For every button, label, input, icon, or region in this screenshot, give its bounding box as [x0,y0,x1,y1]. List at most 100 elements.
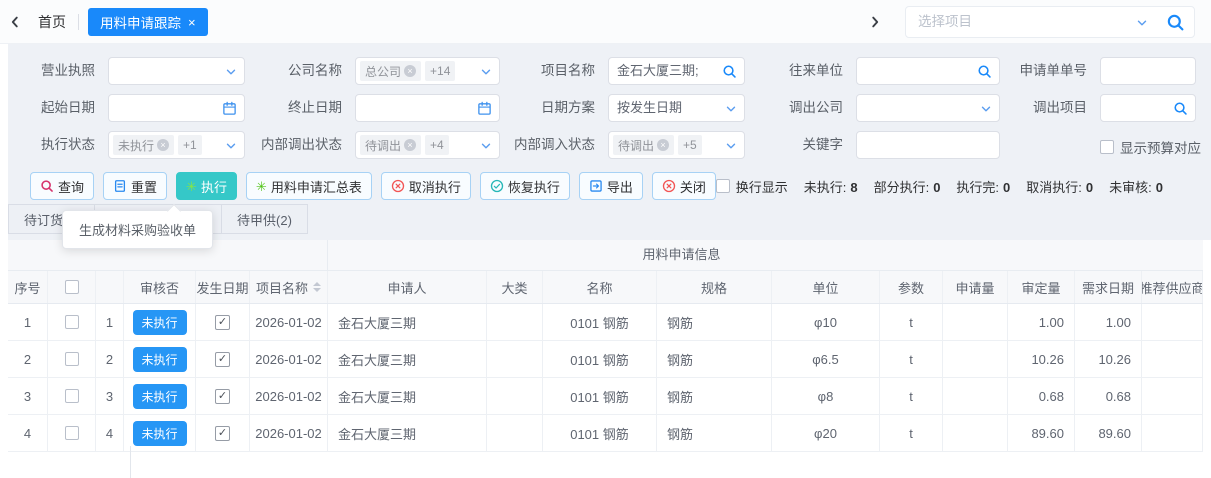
date-scheme-value: 按发生日期 [617,95,682,121]
calendar-icon[interactable] [222,101,237,116]
col-select-all [48,271,96,303]
col-category: 大类 [487,271,543,303]
cell-need-date: 89.60 [1075,415,1142,451]
cell-supplier [1142,304,1203,340]
cell-flag: ✓ [196,304,250,340]
export-button[interactable]: 导出 [579,172,643,200]
cell-seq: 1 [8,304,48,340]
row-checkbox[interactable] [65,315,79,329]
cell-supplier [1142,341,1203,377]
cell-spec: 钢筋 [657,341,772,377]
checked-checkbox[interactable]: ✓ [215,315,230,330]
cell-num: 4 [96,415,124,451]
cell-select [48,378,96,414]
company-name-multiselect[interactable]: 总公司× +14 [355,57,500,85]
start-date-input[interactable] [108,94,245,122]
show-budget-option: 显示预算对应 [1100,137,1201,157]
row-checkbox[interactable] [65,352,79,366]
export-icon [589,179,603,193]
col-seq: 序号 [8,271,48,303]
row-checkbox[interactable] [65,426,79,440]
cell-spec: 钢筋 [657,415,772,451]
summary-report-button[interactable]: ✳ 用料申请汇总表 [246,172,372,200]
tag-label: 未执行 [118,137,154,154]
search-icon[interactable] [1173,101,1188,116]
apply-no-input[interactable] [1100,57,1196,85]
cell-select [48,415,96,451]
status-badge[interactable]: 未执行 [133,347,187,372]
close-icon[interactable]: × [188,16,196,29]
cell-unit: φ6.5 [772,341,880,377]
checked-checkbox[interactable]: ✓ [215,426,230,441]
search-icon[interactable] [722,64,737,79]
cell-param: t [880,378,943,414]
status-badge[interactable]: 未执行 [133,384,187,409]
field-label-company-name: 公司名称 [240,57,342,85]
stat-not-executed: 未执行:8 [804,177,858,196]
resume-execute-button[interactable]: 恢复执行 [480,172,570,200]
end-date-input[interactable] [355,94,500,122]
show-budget-checkbox[interactable] [1100,140,1114,154]
field-label-internal-in-status: 内部调入状态 [490,131,595,159]
execute-button-label: 执行 [201,177,227,196]
cell-supplier [1142,378,1203,414]
remove-tag-icon[interactable]: × [404,139,416,151]
chevron-down-icon [225,140,237,152]
cell-apply-qty [943,341,1008,377]
project-name-input[interactable]: 金石大厦三期; [608,57,745,85]
remove-tag-icon[interactable]: × [404,65,416,77]
keyword-input[interactable] [856,131,1000,159]
sort-icon[interactable] [313,282,321,292]
internal-out-status-multiselect[interactable]: 待调出× +4 [355,131,500,159]
execute-button[interactable]: ✳ 执行 [176,172,237,200]
group-header-title: 用料申请信息 [244,240,1119,270]
exec-status-multiselect[interactable]: 未执行× +1 [108,131,245,159]
query-button[interactable]: 查询 [30,172,94,200]
tooltip-text: 生成材料采购验收单 [79,223,196,238]
search-icon[interactable] [1166,13,1185,32]
stat-unaudited: 未审核:0 [1109,177,1163,196]
select-all-checkbox[interactable] [65,280,79,294]
tab-owner-supplied[interactable]: 待甲供(2) [221,204,308,234]
chevron-down-icon [1136,17,1148,29]
checked-checkbox[interactable]: ✓ [215,352,230,367]
project-select[interactable]: 选择项目 [905,6,1195,38]
checked-checkbox[interactable]: ✓ [215,389,230,404]
field-label-out-project: 调出项目 [960,94,1087,122]
tab-home[interactable]: 首页 [38,0,66,44]
cell-category [487,378,543,414]
status-badge[interactable]: 未执行 [133,421,187,446]
business-license-select[interactable] [108,57,245,85]
col-approved-qty: 审定量 [1008,271,1075,303]
col-name: 名称 [543,271,657,303]
frozen-column-divider [130,446,131,478]
cell-audit: 未执行 [124,415,196,451]
col-unit: 单位 [772,271,880,303]
col-audit: 审核否 [124,271,196,303]
date-scheme-select[interactable]: 按发生日期 [608,94,745,122]
table-header-row: 序号 审核否 发生日期 项目名称 申请人 大类 名称 规格 单位 参数 申请量 … [8,271,1203,304]
status-badge[interactable]: 未执行 [133,310,187,335]
back-chevron-icon[interactable] [8,15,22,29]
cell-apply-qty [943,378,1008,414]
cell-seq: 2 [8,341,48,377]
cancel-execute-button[interactable]: 取消执行 [381,172,471,200]
out-project-input[interactable] [1100,94,1196,122]
col-project-name[interactable]: 项目名称 [250,271,328,303]
expand-chevron-icon[interactable] [868,15,882,29]
wrap-display-checkbox[interactable] [716,179,730,193]
col-recommended-supplier: 推荐供应商 [1142,271,1203,303]
cell-param: t [880,341,943,377]
row-checkbox[interactable] [65,389,79,403]
close-button[interactable]: 关闭 [652,172,716,200]
cell-num: 2 [96,341,124,377]
table-panel: 用料申请信息 序号 审核否 发生日期 项目名称 申请人 大类 名称 规格 单位 … [8,240,1211,478]
remove-tag-icon[interactable]: × [657,139,669,151]
remove-tag-icon[interactable]: × [157,139,169,151]
tag-label: 总公司 [365,63,401,80]
cell-audit: 未执行 [124,378,196,414]
close-button-label: 关闭 [680,177,706,196]
internal-in-status-multiselect[interactable]: 待调出× +5 [608,131,745,159]
tab-material-tracking[interactable]: 用料申请跟踪 × [88,8,208,36]
reset-button[interactable]: 重置 [103,172,167,200]
